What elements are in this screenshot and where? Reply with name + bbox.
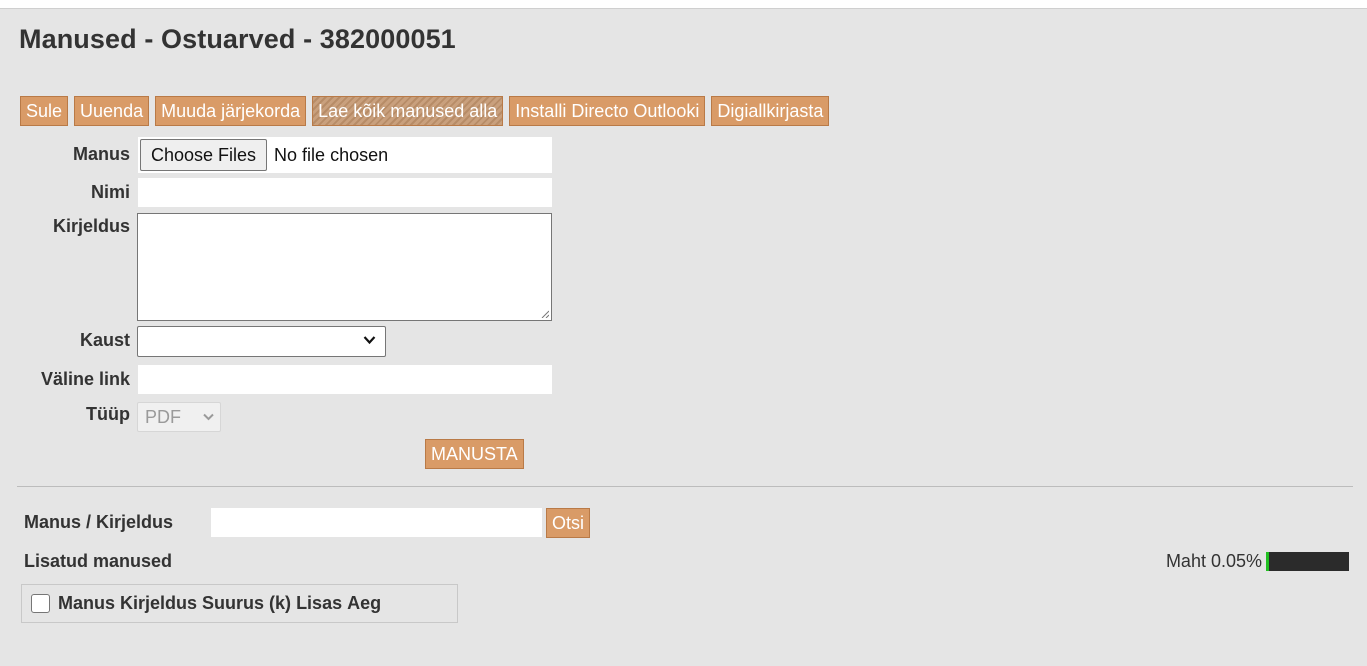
tyyp-select[interactable]: PDF: [137, 402, 221, 432]
manusta-button[interactable]: MANUSTA: [425, 439, 524, 469]
toolbar: Sule Uuenda Muuda järjekorda Lae kõik ma…: [20, 96, 830, 126]
column-header-manus[interactable]: Manus: [58, 593, 115, 614]
close-button[interactable]: Sule: [20, 96, 69, 126]
file-input: Choose Files No file chosen: [138, 137, 552, 173]
chevron-down-icon: [363, 336, 376, 345]
capacity-fill: [1266, 552, 1269, 571]
choose-files-button[interactable]: Choose Files: [140, 139, 268, 171]
kaust-select[interactable]: [137, 326, 386, 357]
column-header-lisas[interactable]: Lisas: [296, 593, 342, 614]
kirjeldus-label: Kirjeldus: [52, 216, 130, 236]
file-status: No file chosen: [274, 144, 389, 165]
tyyp-value: PDF: [145, 407, 181, 427]
install-outlook-button[interactable]: Installi Directo Outlooki: [509, 96, 706, 126]
divider: [17, 486, 1353, 487]
tyyp-label: Tüüp: [86, 404, 130, 424]
kaust-label: Kaust: [79, 330, 130, 350]
kirjeldus-textarea[interactable]: [137, 213, 552, 321]
nimi-input[interactable]: [138, 178, 552, 207]
search-button[interactable]: Otsi: [546, 508, 591, 538]
search-label: Manus / Kirjeldus: [24, 512, 174, 532]
download-all-button[interactable]: Lae kõik manused alla: [312, 96, 504, 126]
column-header-aeg[interactable]: Aeg: [347, 593, 381, 614]
valine-link-label: Väline link: [40, 369, 130, 389]
change-order-button[interactable]: Muuda järjekorda: [155, 96, 307, 126]
manus-label: Manus: [72, 144, 130, 164]
chevron-down-icon: [203, 413, 214, 421]
capacity-indicator: Maht 0.05%: [1166, 551, 1349, 572]
column-header-suurus[interactable]: Suurus (k): [202, 593, 291, 614]
attachments-table-header: Manus Kirjeldus Suurus (k) Lisas Aeg: [21, 584, 458, 623]
page-top-border: [0, 0, 1367, 9]
capacity-label: Maht 0.05%: [1165, 551, 1262, 571]
digital-sign-button[interactable]: Digiallkirjasta: [711, 96, 830, 126]
resize-grip-icon[interactable]: [541, 310, 549, 318]
valine-link-input[interactable]: [138, 365, 552, 394]
refresh-button[interactable]: Uuenda: [74, 96, 150, 126]
page-title: Manused - Ostuarved - 382000051: [19, 24, 456, 54]
nimi-label: Nimi: [90, 182, 130, 202]
search-input[interactable]: [211, 508, 542, 537]
select-all-checkbox[interactable]: [31, 594, 50, 613]
column-header-kirjeldus[interactable]: Kirjeldus: [120, 593, 197, 614]
capacity-bar: [1266, 552, 1349, 571]
attachments-title: Lisatud manused: [24, 551, 173, 571]
